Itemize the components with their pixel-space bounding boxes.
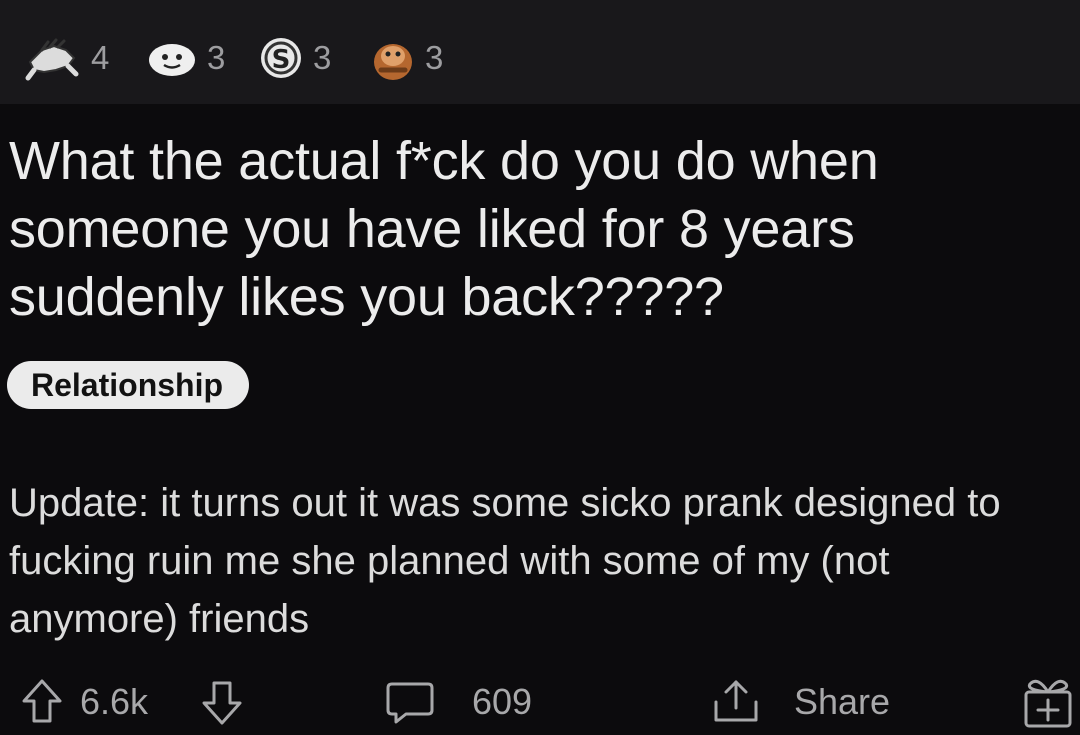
fist-bump-award-icon (24, 32, 82, 82)
downvote-button[interactable] (200, 672, 244, 732)
vote-count-label: 6.6k (80, 681, 149, 722)
post-flair[interactable]: Relationship (7, 361, 250, 409)
coin-s-award-icon: S (258, 32, 304, 82)
award-monkey[interactable]: 3 (370, 32, 443, 82)
comments-button[interactable]: 609 (384, 672, 532, 732)
blob-face-award-icon (146, 32, 198, 82)
award-blob-face[interactable]: 3 (146, 32, 225, 82)
downvote-arrow-icon (200, 677, 244, 727)
award-coin[interactable]: S 3 (258, 32, 331, 82)
award-count: 4 (91, 38, 110, 76)
award-count: 3 (425, 38, 444, 76)
give-award-button[interactable] (1020, 672, 1076, 732)
award-fist-bump[interactable]: 4 (24, 32, 109, 82)
monkey-award-icon (370, 32, 416, 82)
post-action-bar: 6.6k 609 Share (0, 668, 1080, 735)
comment-count: 609 (472, 681, 533, 722)
svg-text:S: S (272, 45, 291, 75)
vote-count: 6.6k (80, 672, 148, 732)
gift-award-icon (1020, 672, 1076, 732)
award-count: 3 (207, 38, 226, 76)
post-title[interactable]: What the actual f*ck do you do when some… (9, 127, 1069, 331)
upvote-arrow-icon (20, 677, 64, 727)
awards-bar: 4 3 S 3 3 (0, 0, 1080, 104)
share-label: Share (794, 681, 891, 722)
post-body: Update: it turns out it was some sicko p… (9, 481, 1001, 641)
share-button[interactable]: Share (708, 672, 890, 732)
upvote-button[interactable] (20, 672, 64, 732)
comment-bubble-icon (384, 676, 436, 728)
award-count: 3 (313, 38, 332, 76)
share-icon (708, 676, 764, 728)
